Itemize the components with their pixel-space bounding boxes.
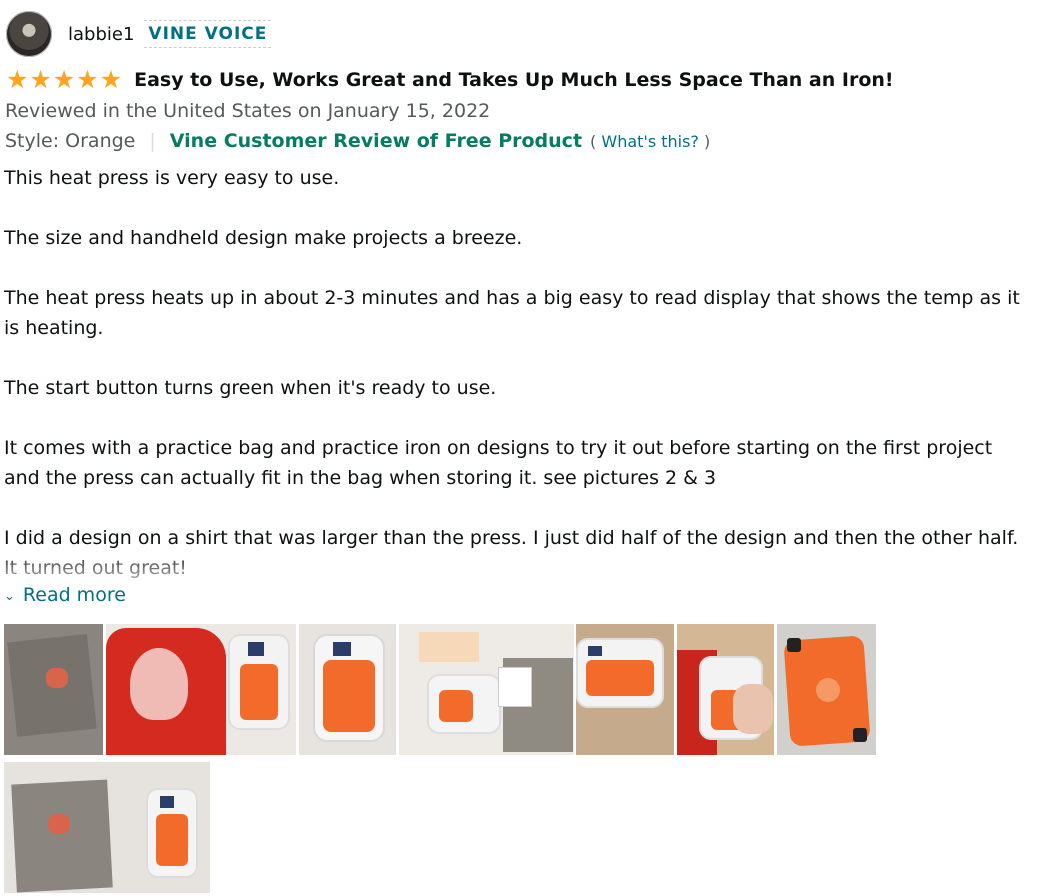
review-image-8[interactable] [4,762,210,893]
text-fade-overlay [0,548,1037,584]
style-label: Style: Orange [5,130,136,152]
paragraph-spacer [4,493,1029,523]
divider: | [149,130,156,152]
image-balloon-design [130,648,188,720]
paragraph-spacer [4,403,1029,433]
image-screen [333,642,351,656]
read-more-link[interactable]: ⌄ Read more [4,584,126,606]
image-plate [156,814,188,866]
whats-this-link[interactable]: What's this? [601,132,699,151]
paragraph-spacer [4,343,1029,373]
image-hand [733,684,773,734]
paragraph-spacer [4,253,1029,283]
read-more-label: Read more [22,584,126,606]
review-image-7[interactable] [777,624,876,755]
review-paragraph: This heat press is very easy to use. [4,167,340,189]
image-plate [323,660,375,732]
review-body: This heat press is very easy to use. The… [4,163,1029,583]
reviewer-name[interactable]: labbie1 [68,24,134,45]
review-image-4[interactable] [399,624,574,755]
review-paragraph: The start button turns green when it's r… [4,377,497,399]
vine-voice-badge: VINE VOICE [144,20,272,48]
reviewer-avatar[interactable] [6,11,52,57]
reviewer-header: labbie1 VINE VOICE [6,10,272,58]
star-icon: ★ [76,65,99,94]
review-image-3[interactable] [299,624,396,755]
paren-close: ) [704,131,711,151]
review-image-1[interactable] [4,624,103,755]
chevron-down-icon: ⌄ [4,588,15,604]
star-icon: ★ [29,65,52,94]
review-image-2[interactable] [106,624,296,755]
review-paragraph: The heat press heats up in about 2-3 min… [4,287,1020,339]
star-icon: ★ [52,65,76,94]
image-design [46,668,68,688]
review-meta: Style: Orange | Vine Customer Review of … [5,130,710,152]
vine-review-label: Vine Customer Review of Free Product [169,130,583,152]
image-foot [787,638,801,652]
review-image-6[interactable] [677,624,774,755]
image-plate [240,664,278,720]
paren-open: ( [590,131,597,151]
review-image-5[interactable] [576,624,674,755]
image-design [48,814,70,834]
review-paragraph: It comes with a practice bag and practic… [4,437,993,489]
star-icon: ★ [99,65,123,94]
image-base-pattern [803,660,853,720]
star-icon: ★ [6,65,29,94]
paragraph-spacer [4,193,1029,223]
review-title[interactable]: Easy to Use, Works Great and Takes Up Mu… [134,69,893,91]
whats-this: ( What's this? ) [590,132,710,151]
review-date: Reviewed in the United States on January… [5,100,491,122]
image-plate [586,660,654,696]
image-foot [853,728,867,742]
image-screen [248,642,264,656]
image-plate [439,690,473,722]
image-manual [499,668,531,706]
image-design-sheet [419,632,479,662]
star-rating[interactable]: ★ ★ ★ ★ ★ [6,67,122,93]
image-screen [588,646,602,656]
review-title-row: ★ ★ ★ ★ ★ Easy to Use, Works Great and T… [6,67,894,93]
review-paragraph: The size and handheld design make projec… [4,227,523,249]
image-bag [11,779,113,893]
image-screen [160,796,174,808]
